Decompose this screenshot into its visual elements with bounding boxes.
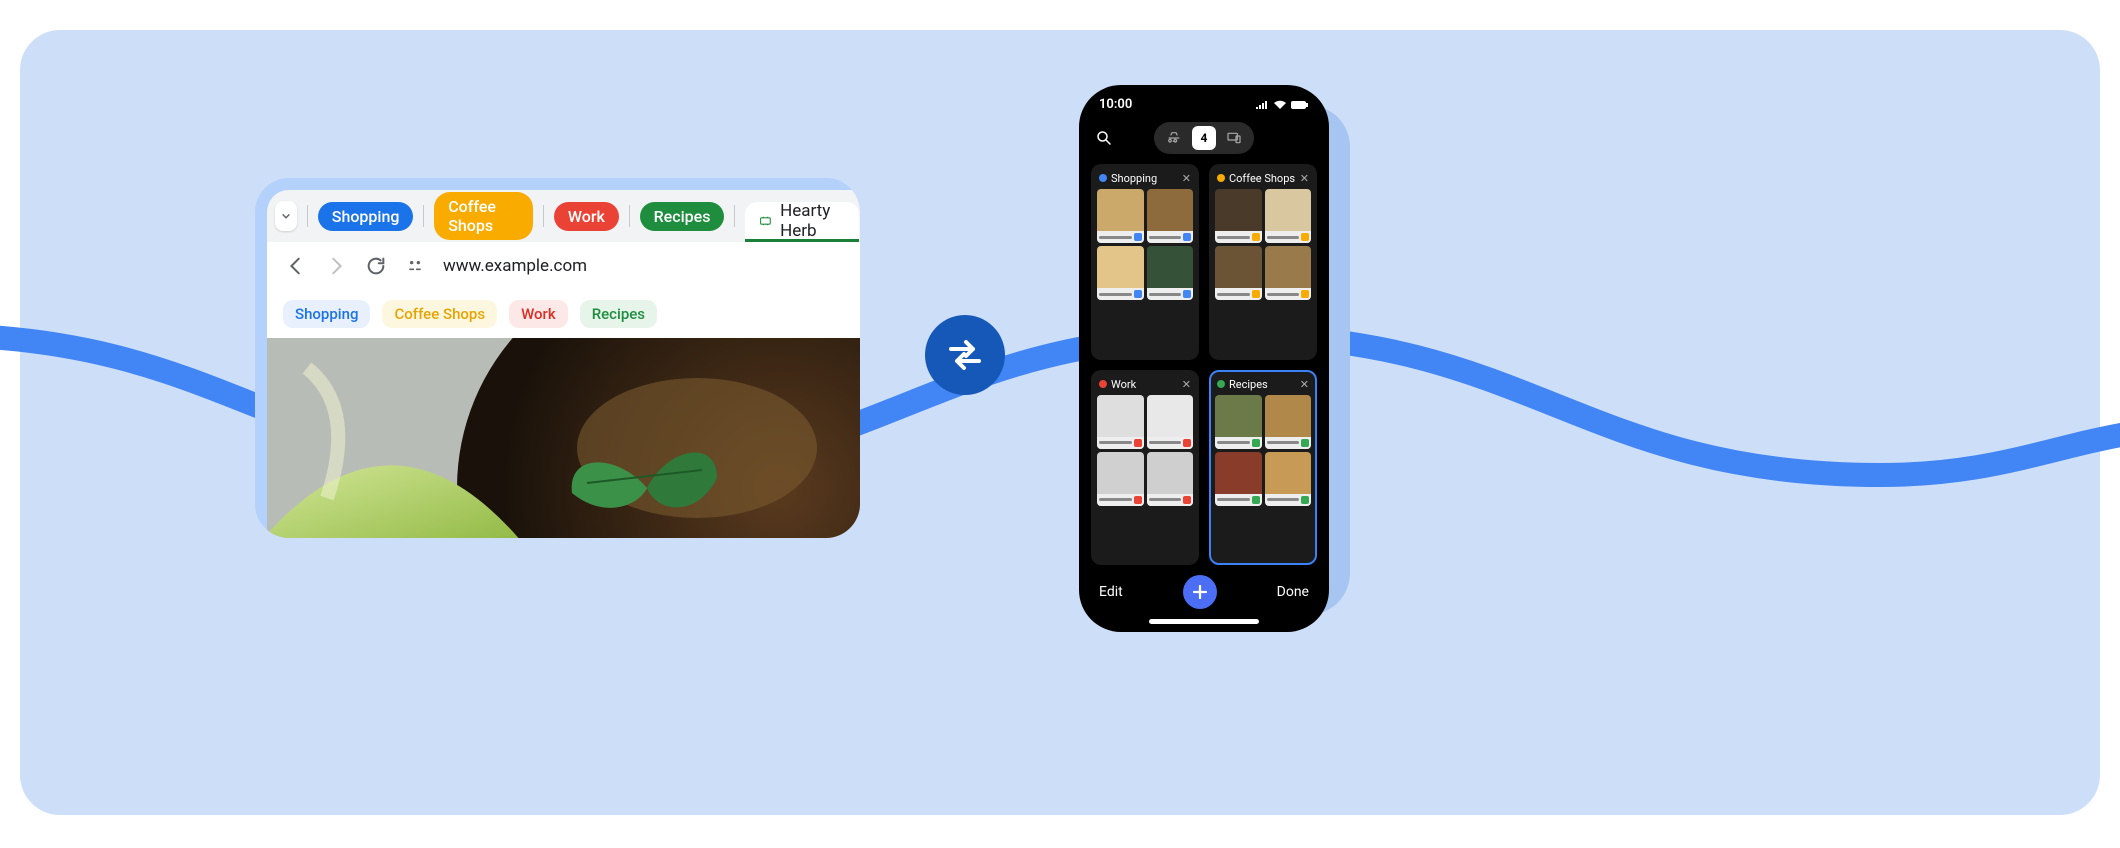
new-tab-button[interactable] [1183,575,1217,609]
tab-thumbnail[interactable] [1265,189,1312,243]
tab-thumbnail[interactable] [1215,189,1262,243]
seg-devices[interactable] [1222,126,1246,150]
group-label: Work [1111,378,1136,391]
separator [543,205,544,227]
browser-window: Shopping Coffee Shops Work Recipes Heart… [267,190,860,538]
illustration-canvas: Shopping Coffee Shops Work Recipes Heart… [20,30,2100,815]
tab-thumbnail[interactable] [1215,452,1262,506]
close-group-icon[interactable]: ✕ [1300,378,1309,391]
devices-icon [1226,130,1242,146]
tab-thumbnail[interactable] [1265,452,1312,506]
tab-group-coffee-shops[interactable]: Coffee Shops ✕ [1209,164,1317,360]
group-header: Shopping ✕ [1097,170,1193,189]
done-button[interactable]: Done [1277,584,1309,600]
battery-icon [1291,100,1309,110]
tab-group-recipes[interactable]: Recipes ✕ [1209,370,1317,566]
group-label: Shopping [1111,172,1157,185]
forward-button[interactable] [325,255,347,277]
tab-group-work[interactable]: Work [554,202,619,231]
search-icon[interactable] [1095,129,1113,147]
tab-groups-grid: Shopping ✕ Coffee Shops ✕ Work ✕ Recipes ✕ [1089,164,1319,565]
status-bar: 10:00 [1089,95,1319,118]
tab-thumbnail[interactable] [1147,189,1194,243]
tab-group-work[interactable]: Work ✕ [1091,370,1199,566]
chip-coffee-shops[interactable]: Coffee Shops [382,300,497,328]
tab-thumbnail[interactable] [1097,395,1144,449]
tab-thumbnail[interactable] [1147,395,1194,449]
tab-thumbnail[interactable] [1147,246,1194,300]
home-indicator [1149,619,1259,624]
tab-thumbnail[interactable] [1215,246,1262,300]
back-button[interactable] [285,255,307,277]
active-tab[interactable]: Hearty Herb [745,202,859,242]
tab-group-shopping[interactable]: Shopping ✕ [1091,164,1199,360]
group-label: Recipes [1229,378,1268,391]
seg-incognito[interactable] [1162,126,1186,150]
site-settings-icon[interactable] [405,256,425,276]
view-segmented-control: 4 [1154,122,1254,154]
phone-toolbar: 4 [1089,118,1319,164]
active-tab-label: Hearty Herb [780,201,845,241]
group-header: Recipes ✕ [1215,376,1311,395]
site-favicon-icon [759,212,772,230]
close-group-icon[interactable]: ✕ [1182,172,1191,185]
separator [629,205,630,227]
incognito-icon [1166,130,1182,146]
phone-frame: 10:00 4 Shopping✕Coffee S [1079,85,1329,632]
group-thumbs [1215,395,1311,506]
tab-strip: Shopping Coffee Shops Work Recipes Heart… [267,190,860,242]
reload-button[interactable] [365,255,387,277]
group-thumbs [1097,395,1193,506]
close-group-icon[interactable]: ✕ [1182,378,1191,391]
toolbar: www.example.com [267,242,860,290]
seg-tab-groups[interactable]: 4 [1192,126,1216,150]
edit-button[interactable]: Edit [1099,584,1123,600]
sync-icon [925,315,1005,395]
chevron-down-icon [279,209,293,223]
page-content-image [267,338,860,538]
status-time: 10:00 [1099,97,1132,112]
group-header: Coffee Shops ✕ [1215,170,1311,189]
separator [734,205,735,227]
tab-thumbnail[interactable] [1097,452,1144,506]
address-bar[interactable]: www.example.com [443,256,587,276]
chip-work[interactable]: Work [509,300,568,328]
group-header: Work ✕ [1097,376,1193,395]
tab-thumbnail[interactable] [1097,246,1144,300]
tab-thumbnail[interactable] [1265,246,1312,300]
close-group-icon[interactable]: ✕ [1300,172,1309,185]
tab-thumbnail[interactable] [1265,395,1312,449]
bookmark-bar: Shopping Coffee Shops Work Recipes [267,290,860,338]
tab-group-recipes[interactable]: Recipes [640,202,725,231]
group-label: Coffee Shops [1229,172,1295,185]
separator [423,205,424,227]
separator [307,205,308,227]
chip-recipes[interactable]: Recipes [580,300,657,328]
desktop-browser-frame: Shopping Coffee Shops Work Recipes Heart… [255,178,860,538]
tab-group-shopping[interactable]: Shopping [318,202,414,231]
seg-tab-count: 4 [1201,131,1208,145]
wifi-icon [1273,100,1287,110]
tab-group-coffee-shops[interactable]: Coffee Shops [434,192,533,240]
phone-bottom-bar: Edit Done [1089,565,1319,613]
group-thumbs [1215,189,1311,300]
tab-groups-dropdown[interactable] [275,201,297,231]
tab-thumbnail[interactable] [1097,189,1144,243]
chip-shopping[interactable]: Shopping [283,300,370,328]
tab-thumbnail[interactable] [1147,452,1194,506]
signal-icon [1255,100,1269,110]
tab-thumbnail[interactable] [1215,395,1262,449]
plus-icon [1191,583,1209,601]
group-thumbs [1097,189,1193,300]
